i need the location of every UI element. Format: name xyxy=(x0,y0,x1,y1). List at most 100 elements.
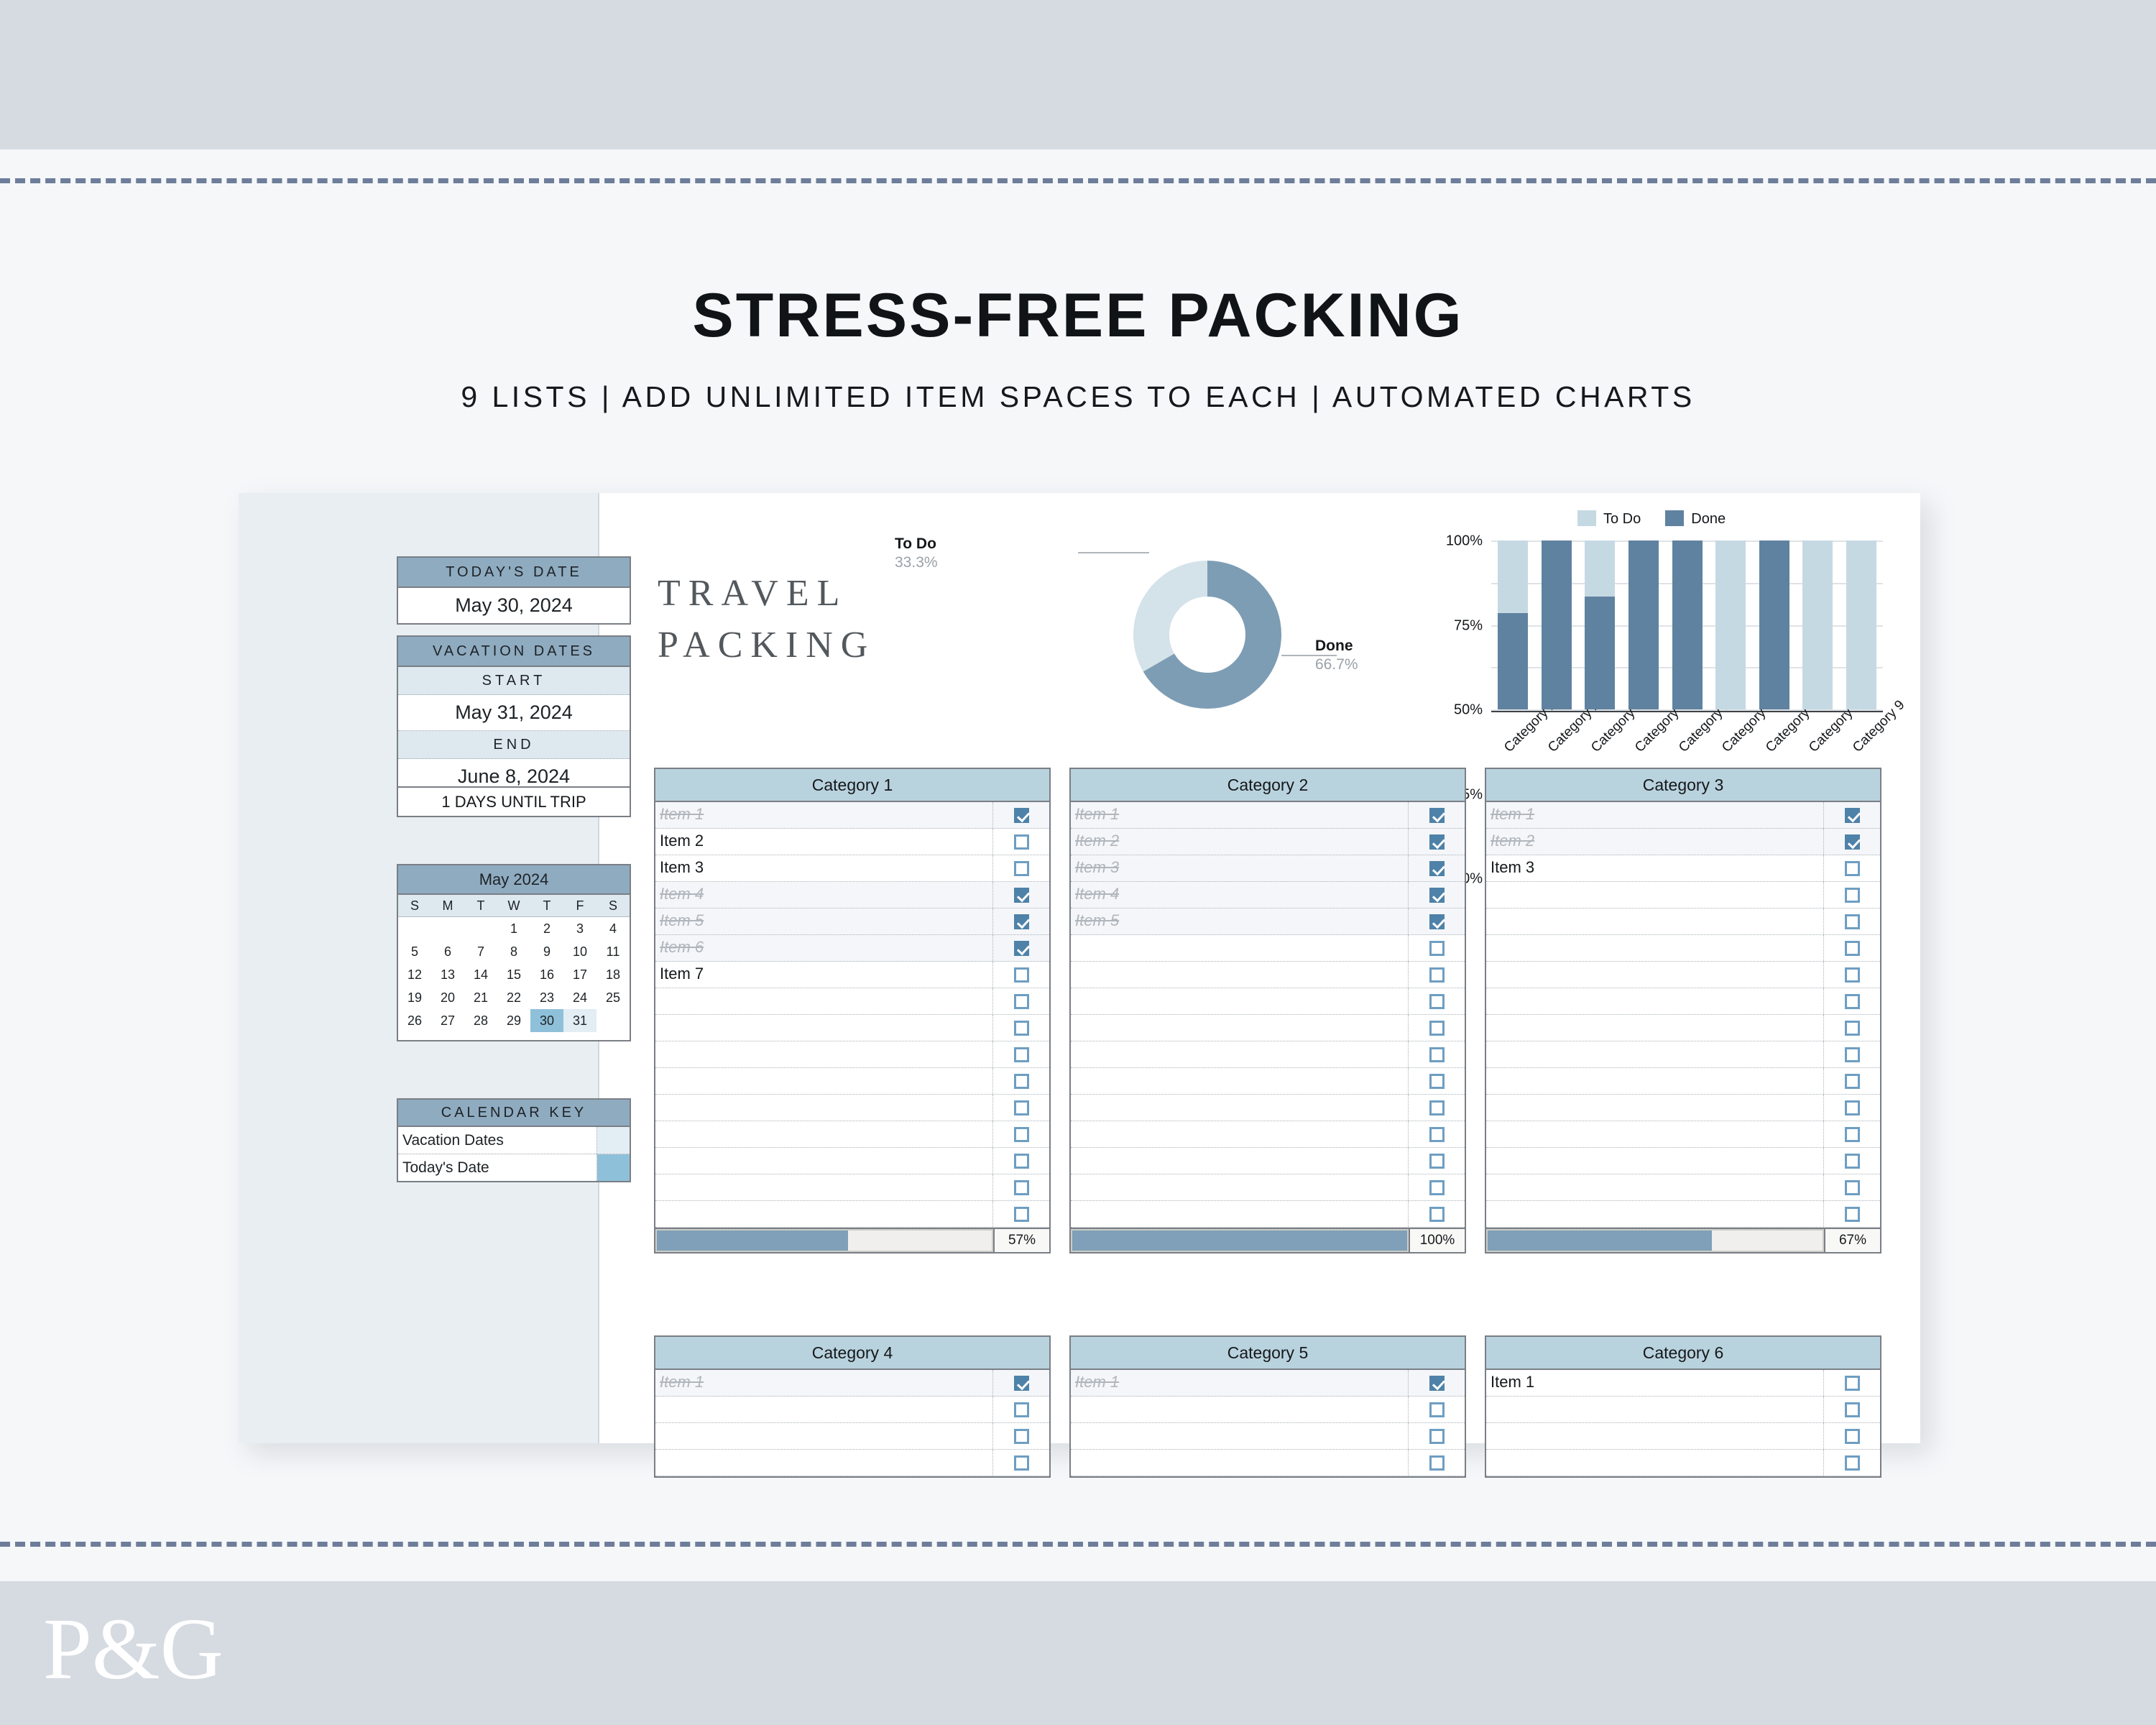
category-item-text[interactable] xyxy=(1486,1450,1824,1476)
category-item-text[interactable] xyxy=(1486,988,1824,1014)
category-item-text[interactable] xyxy=(1071,1201,1409,1227)
vacation-start-value[interactable]: May 31, 2024 xyxy=(398,695,630,731)
checkbox-unchecked-icon[interactable] xyxy=(1429,1020,1445,1036)
checkbox-unchecked-icon[interactable] xyxy=(1429,1206,1445,1222)
category-item-text[interactable] xyxy=(1486,1121,1824,1147)
checkbox-unchecked-icon[interactable] xyxy=(1429,1402,1445,1417)
checkbox-checked-icon[interactable] xyxy=(1429,807,1445,823)
calendar-day-11[interactable]: 11 xyxy=(596,940,630,963)
category-item-text[interactable] xyxy=(655,1041,993,1067)
category-item-text[interactable]: Item 1 xyxy=(1071,802,1409,828)
calendar-day-13[interactable]: 13 xyxy=(431,963,464,986)
checkbox-unchecked-icon[interactable] xyxy=(1013,1402,1029,1417)
checkbox-checked-icon[interactable] xyxy=(1013,914,1029,929)
checkbox-unchecked-icon[interactable] xyxy=(1844,887,1860,903)
checkbox-unchecked-icon[interactable] xyxy=(1013,1179,1029,1195)
category-list-header[interactable]: Category 2 xyxy=(1071,769,1465,802)
category-item-text[interactable] xyxy=(655,1450,993,1476)
checkbox-unchecked-icon[interactable] xyxy=(1844,1020,1860,1036)
checkbox-checked-icon[interactable] xyxy=(1429,887,1445,903)
checkbox-unchecked-icon[interactable] xyxy=(1844,1455,1860,1471)
checkbox-unchecked-icon[interactable] xyxy=(1844,1153,1860,1169)
category-item-text[interactable] xyxy=(1071,1174,1409,1200)
checkbox-checked-icon[interactable] xyxy=(1429,914,1445,929)
checkbox-checked-icon[interactable] xyxy=(1013,1375,1029,1391)
category-item-text[interactable] xyxy=(1486,1041,1824,1067)
category-item-text[interactable]: Item 5 xyxy=(655,908,993,934)
checkbox-unchecked-icon[interactable] xyxy=(1013,1206,1029,1222)
category-item-text[interactable] xyxy=(1071,1423,1409,1449)
category-item-text[interactable] xyxy=(1486,882,1824,908)
checkbox-unchecked-icon[interactable] xyxy=(1013,1455,1029,1471)
checkbox-checked-icon[interactable] xyxy=(1429,834,1445,850)
checkbox-checked-icon[interactable] xyxy=(1013,807,1029,823)
category-item-text[interactable] xyxy=(655,1423,993,1449)
category-list-header[interactable]: Category 4 xyxy=(655,1337,1049,1370)
calendar-day-31[interactable]: 31 xyxy=(563,1009,596,1032)
calendar-day-15[interactable]: 15 xyxy=(497,963,530,986)
checkbox-unchecked-icon[interactable] xyxy=(1429,1126,1445,1142)
category-item-text[interactable] xyxy=(1071,1450,1409,1476)
checkbox-unchecked-icon[interactable] xyxy=(1844,1179,1860,1195)
checkbox-unchecked-icon[interactable] xyxy=(1429,940,1445,956)
checkbox-unchecked-icon[interactable] xyxy=(1013,834,1029,850)
calendar-day-28[interactable]: 28 xyxy=(464,1009,497,1032)
category-item-text[interactable]: Item 7 xyxy=(655,962,993,988)
checkbox-unchecked-icon[interactable] xyxy=(1844,914,1860,929)
checkbox-unchecked-icon[interactable] xyxy=(1844,1046,1860,1062)
calendar-day-14[interactable]: 14 xyxy=(464,963,497,986)
calendar-day-grid[interactable]: 1 2 3 4 5 6 7 8 9 10 11 12 13 14 15 16 17 18 19 20 21 22 23 24 2… xyxy=(398,917,630,1040)
category-item-text[interactable] xyxy=(655,1201,993,1227)
checkbox-unchecked-icon[interactable] xyxy=(1429,1073,1445,1089)
category-item-text[interactable] xyxy=(655,1121,993,1147)
calendar-day-26[interactable]: 26 xyxy=(398,1009,431,1032)
category-item-text[interactable] xyxy=(655,1148,993,1174)
checkbox-unchecked-icon[interactable] xyxy=(1013,967,1029,983)
category-list-header[interactable]: Category 3 xyxy=(1486,769,1880,802)
calendar-day-23[interactable]: 23 xyxy=(530,986,563,1009)
checkbox-checked-icon[interactable] xyxy=(1013,887,1029,903)
category-item-text[interactable] xyxy=(1486,1423,1824,1449)
checkbox-unchecked-icon[interactable] xyxy=(1844,940,1860,956)
checkbox-unchecked-icon[interactable] xyxy=(1844,860,1860,876)
calendar-day-1[interactable]: 1 xyxy=(497,917,530,940)
category-item-text[interactable] xyxy=(1071,1397,1409,1422)
category-item-text[interactable] xyxy=(655,1095,993,1121)
category-item-text[interactable]: Item 1 xyxy=(1486,802,1824,828)
category-item-text[interactable] xyxy=(1486,1174,1824,1200)
calendar-day-30[interactable]: 30 xyxy=(530,1009,563,1032)
checkbox-unchecked-icon[interactable] xyxy=(1429,1428,1445,1444)
category-item-text[interactable] xyxy=(1071,1148,1409,1174)
category-item-text[interactable] xyxy=(1486,1148,1824,1174)
checkbox-unchecked-icon[interactable] xyxy=(1013,1153,1029,1169)
calendar-day-5[interactable]: 5 xyxy=(398,940,431,963)
checkbox-unchecked-icon[interactable] xyxy=(1013,860,1029,876)
checkbox-unchecked-icon[interactable] xyxy=(1013,1428,1029,1444)
checkbox-unchecked-icon[interactable] xyxy=(1844,1126,1860,1142)
checkbox-unchecked-icon[interactable] xyxy=(1013,1073,1029,1089)
checkbox-unchecked-icon[interactable] xyxy=(1844,993,1860,1009)
category-item-text[interactable] xyxy=(655,1015,993,1041)
category-list-header[interactable]: Category 6 xyxy=(1486,1337,1880,1370)
category-item-text[interactable]: Item 6 xyxy=(655,935,993,961)
calendar-day-6[interactable]: 6 xyxy=(431,940,464,963)
checkbox-checked-icon[interactable] xyxy=(1429,1375,1445,1391)
category-item-text[interactable]: Item 3 xyxy=(655,855,993,881)
category-item-text[interactable]: Item 1 xyxy=(655,802,993,828)
category-item-text[interactable] xyxy=(1071,1015,1409,1041)
calendar-day-29[interactable]: 29 xyxy=(497,1009,530,1032)
category-item-text[interactable]: Item 3 xyxy=(1071,855,1409,881)
checkbox-checked-icon[interactable] xyxy=(1844,834,1860,850)
category-list-header[interactable]: Category 5 xyxy=(1071,1337,1465,1370)
calendar-day-4[interactable]: 4 xyxy=(596,917,630,940)
category-item-text[interactable]: Item 5 xyxy=(1071,908,1409,934)
category-item-text[interactable]: Item 1 xyxy=(655,1370,993,1396)
category-item-text[interactable] xyxy=(1071,935,1409,961)
category-item-text[interactable]: Item 1 xyxy=(1071,1370,1409,1396)
category-item-text[interactable]: Item 2 xyxy=(655,829,993,855)
category-item-text[interactable] xyxy=(1071,1095,1409,1121)
todays-date-value[interactable]: May 30, 2024 xyxy=(398,588,630,623)
calendar-day-21[interactable]: 21 xyxy=(464,986,497,1009)
checkbox-unchecked-icon[interactable] xyxy=(1429,1455,1445,1471)
calendar-day-9[interactable]: 9 xyxy=(530,940,563,963)
